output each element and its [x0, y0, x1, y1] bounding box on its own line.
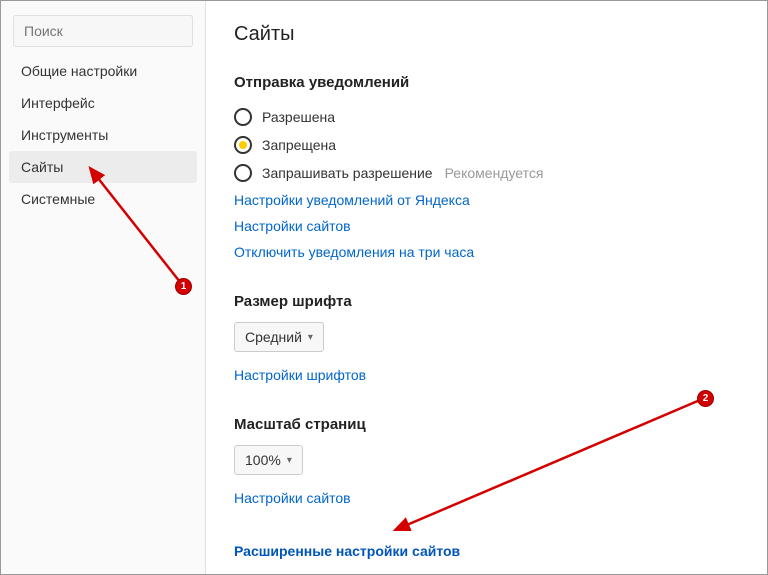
link-zoom-site-settings[interactable]: Настройки сайтов: [234, 485, 739, 511]
radio-icon: [234, 164, 252, 182]
radio-blocked[interactable]: Запрещена: [234, 131, 739, 159]
search-input[interactable]: [13, 15, 193, 47]
radio-label: Разрешена: [262, 109, 335, 125]
radio-icon: [234, 108, 252, 126]
page-zoom-section: Масштаб страниц 100% ▾ Настройки сайтов: [234, 416, 739, 511]
radio-label: Запрещена: [262, 137, 336, 153]
page-zoom-select[interactable]: 100% ▾: [234, 445, 303, 475]
sidebar-item-tools[interactable]: Инструменты: [9, 119, 197, 151]
page-zoom-value: 100%: [245, 452, 281, 468]
chevron-down-icon: ▾: [308, 332, 313, 343]
sidebar-item-sites[interactable]: Сайты: [9, 151, 197, 183]
radio-allowed[interactable]: Разрешена: [234, 103, 739, 131]
page-title: Сайты: [234, 23, 739, 46]
advanced-site-settings-link[interactable]: Расширенные настройки сайтов: [234, 539, 739, 559]
main-panel: Сайты Отправка уведомлений Разрешена Зап…: [206, 1, 767, 574]
sidebar-item-system[interactable]: Системные: [9, 183, 197, 215]
search-box: [13, 15, 193, 47]
radio-hint: Рекомендуется: [445, 165, 544, 181]
sidebar-item-general[interactable]: Общие настройки: [9, 55, 197, 87]
font-size-value: Средний: [245, 329, 302, 345]
notifications-heading: Отправка уведомлений: [234, 74, 739, 91]
link-disable-3h[interactable]: Отключить уведомления на три часа: [234, 239, 739, 265]
chevron-down-icon: ▾: [287, 455, 292, 466]
notifications-section: Отправка уведомлений Разрешена Запрещена…: [234, 74, 739, 265]
link-yandex-notifications[interactable]: Настройки уведомлений от Яндекса: [234, 187, 739, 213]
page-zoom-heading: Масштаб страниц: [234, 416, 739, 433]
radio-label: Запрашивать разрешение: [262, 165, 433, 181]
font-size-heading: Размер шрифта: [234, 293, 739, 310]
radio-ask[interactable]: Запрашивать разрешение Рекомендуется: [234, 159, 739, 187]
link-font-settings[interactable]: Настройки шрифтов: [234, 362, 739, 388]
sidebar-item-interface[interactable]: Интерфейс: [9, 87, 197, 119]
font-size-section: Размер шрифта Средний ▾ Настройки шрифто…: [234, 293, 739, 388]
radio-icon: [234, 136, 252, 154]
font-size-select[interactable]: Средний ▾: [234, 322, 324, 352]
link-site-settings[interactable]: Настройки сайтов: [234, 213, 739, 239]
settings-sidebar: Общие настройки Интерфейс Инструменты Са…: [1, 1, 206, 574]
